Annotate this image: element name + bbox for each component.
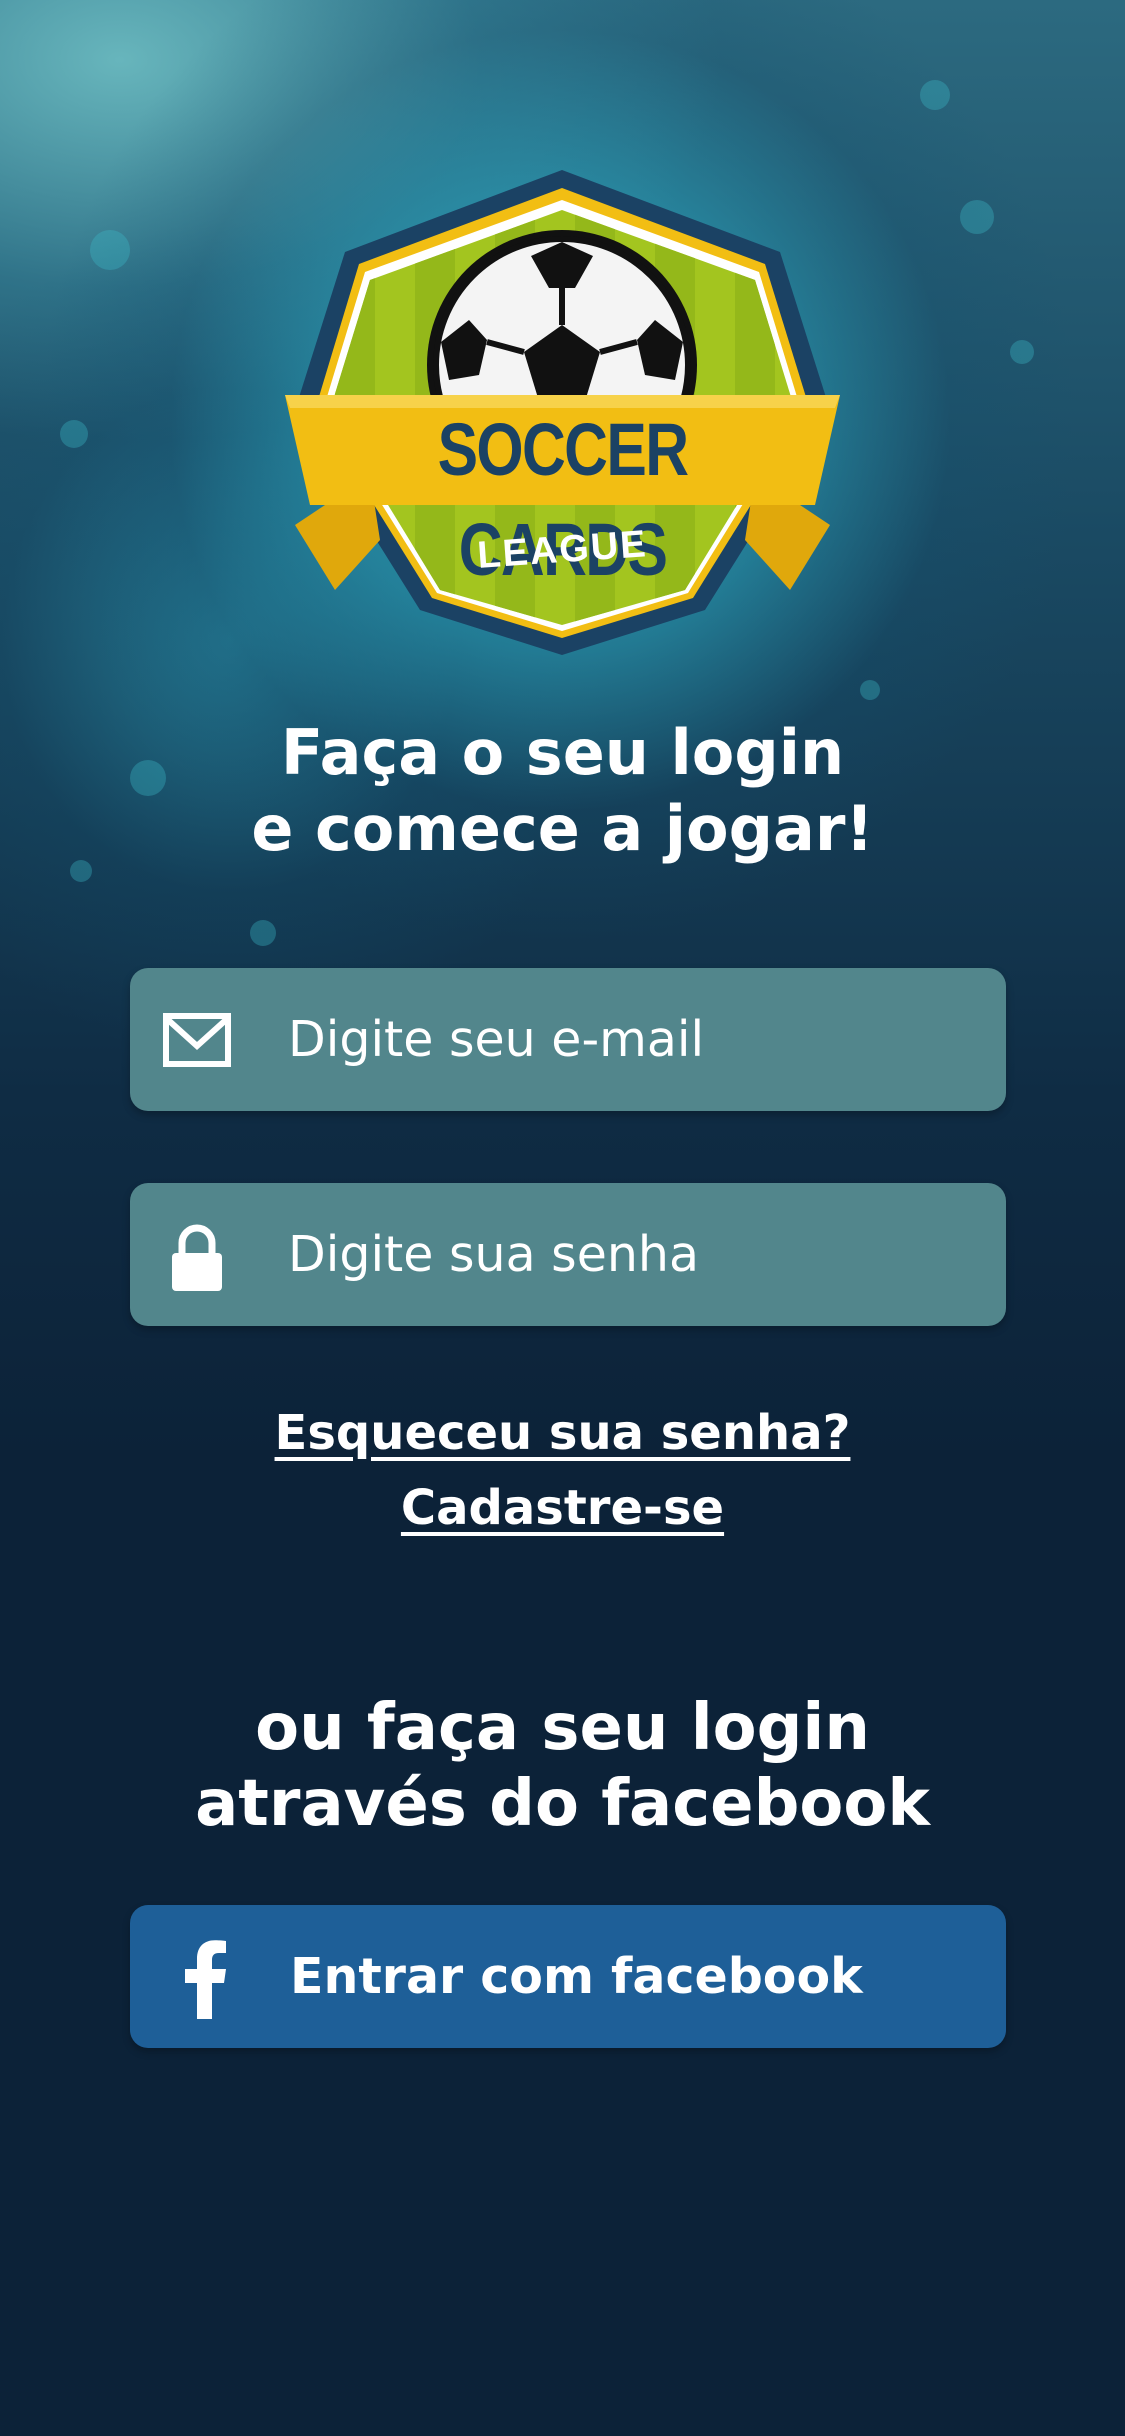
password-placeholder: Digite sua senha <box>288 1226 699 1283</box>
facebook-icon <box>185 1940 226 2019</box>
forgot-password-link[interactable]: Esqueceu sua senha? <box>0 1405 1125 1461</box>
facebook-headline: ou faça seu login através do facebook <box>0 1690 1125 1842</box>
login-headline: Faça o seu login e comece a jogar! <box>0 715 1125 867</box>
register-link[interactable]: Cadastre-se <box>0 1480 1125 1536</box>
lock-icon <box>172 1224 222 1291</box>
login-headline-line2: e comece a jogar! <box>251 792 874 865</box>
email-placeholder: Digite seu e-mail <box>288 1011 705 1068</box>
password-field[interactable]: Digite sua senha <box>130 1183 1006 1326</box>
facebook-login-button[interactable]: Entrar com facebook <box>130 1905 1006 2048</box>
facebook-headline-line1: ou faça seu login <box>255 1691 870 1765</box>
soccer-cards-league-logo: SOCCER CARDS LEAGUE <box>275 170 850 660</box>
facebook-headline-line2: através do facebook <box>195 1767 930 1841</box>
envelope-icon <box>163 1013 231 1067</box>
email-field[interactable]: Digite seu e-mail <box>130 968 1006 1111</box>
login-headline-line1: Faça o seu login <box>280 716 845 789</box>
facebook-button-label: Entrar com facebook <box>290 1948 863 2005</box>
